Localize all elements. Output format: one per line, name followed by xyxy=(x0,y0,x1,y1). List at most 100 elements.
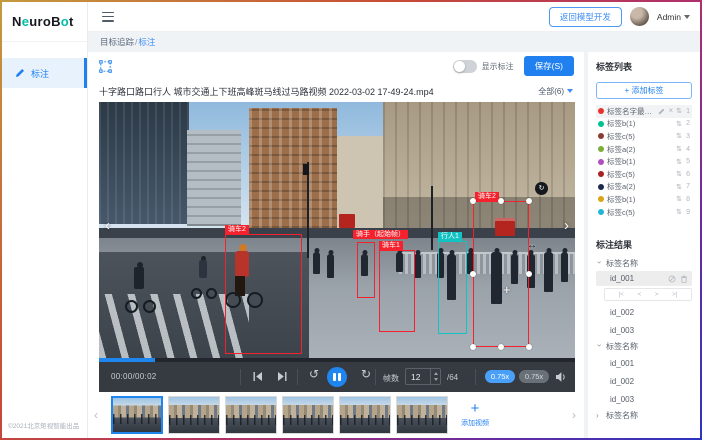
thumbnail-image xyxy=(226,397,276,433)
group-label: 标签名称 xyxy=(606,341,638,352)
add-tag-button[interactable]: + 添加标签 xyxy=(596,82,692,99)
bounding-box[interactable] xyxy=(438,241,467,334)
app-window: NeuroBot 标注 ©2021北京矩视智能出品 返回模型开发 Admin 目… xyxy=(2,2,700,438)
tag-list-item[interactable]: 标签b(1)⇅2 xyxy=(596,118,692,131)
pager-prev-icon[interactable]: < xyxy=(637,291,641,298)
rect-select-tool-icon[interactable] xyxy=(98,59,113,74)
breadcrumb-parent[interactable]: 目标追踪 xyxy=(100,36,134,48)
sidebar-item-annotate[interactable]: 标注 xyxy=(2,58,87,88)
tag-list-item[interactable]: 标签a(2)⇅7 xyxy=(596,181,692,194)
video-thumbnail[interactable] xyxy=(396,396,448,434)
prev-frame-icon[interactable] xyxy=(253,372,263,381)
menu-collapse-icon[interactable] xyxy=(102,12,114,22)
filter-dropdown[interactable]: 全部(6) xyxy=(538,86,573,97)
bounding-box[interactable] xyxy=(225,234,302,354)
video-thumbnail[interactable] xyxy=(339,396,391,434)
video-thumbnail[interactable] xyxy=(168,396,220,434)
breadcrumb: 目标追踪 / 标注 xyxy=(88,32,700,52)
resize-handle[interactable] xyxy=(470,198,476,204)
bounding-box[interactable] xyxy=(379,250,415,332)
copyright-text: ©2021北京矩视智能出品 xyxy=(8,420,79,430)
pager-first-icon[interactable]: |< xyxy=(618,291,623,298)
video-thumbnail-selected[interactable] xyxy=(111,396,163,434)
speed-button-active[interactable]: 0.75x xyxy=(485,370,515,383)
edit-tag-icon[interactable] xyxy=(658,108,665,115)
sort-icon[interactable]: ⇅ xyxy=(676,120,682,128)
resize-handle[interactable] xyxy=(498,198,504,204)
result-item-selected[interactable]: id_001 xyxy=(596,271,692,286)
logo-text: t xyxy=(69,14,74,29)
box-action-icon[interactable]: ↻ xyxy=(535,182,548,195)
sort-icon[interactable]: ⇅ xyxy=(676,195,682,203)
scene-person xyxy=(561,252,568,282)
video-canvas[interactable]: 骑车2 骑手（起始帧） 骑车1 行人1 骑车2 xyxy=(99,102,575,358)
trash-icon[interactable] xyxy=(680,275,688,283)
forward-10-icon[interactable]: ↻ xyxy=(361,368,371,380)
tag-color-dot xyxy=(598,196,604,202)
volume-icon[interactable] xyxy=(555,372,567,382)
resize-handle[interactable] xyxy=(526,198,532,204)
pager-last-icon[interactable]: >| xyxy=(672,291,677,298)
save-button[interactable]: 保存(S) xyxy=(524,56,574,76)
strip-right-chevron[interactable]: › xyxy=(572,409,576,421)
scene-person xyxy=(327,254,334,278)
logo-text: B xyxy=(51,14,61,29)
logo-text: N xyxy=(12,14,22,29)
sort-icon[interactable]: ⇅ xyxy=(676,183,682,191)
scene-bus xyxy=(339,214,355,228)
result-group-header[interactable]: ›标签名称 xyxy=(596,408,692,423)
delete-tag-icon[interactable]: × xyxy=(668,107,673,115)
result-item[interactable]: id_002 xyxy=(596,303,692,321)
pager-next-icon[interactable]: > xyxy=(655,291,659,298)
tag-list-item[interactable]: 标签c(5)⇅3 xyxy=(596,130,692,143)
tag-name: 标签a(2) xyxy=(607,181,673,192)
tag-color-dot xyxy=(598,209,604,215)
bounding-box-selected[interactable] xyxy=(473,201,529,347)
sort-icon[interactable]: ⇅ xyxy=(676,132,682,140)
result-group-header[interactable]: ›标签名称 xyxy=(596,256,692,271)
result-item[interactable]: id_003 xyxy=(596,321,692,339)
sort-icon[interactable]: ⇅ xyxy=(676,158,682,166)
video-thumbnail[interactable] xyxy=(282,396,334,434)
resize-handle[interactable] xyxy=(526,344,532,350)
step-up-icon[interactable] xyxy=(434,372,438,375)
tag-list-item[interactable]: 标签a(2)⇅4 xyxy=(596,143,692,156)
result-id: id_002 xyxy=(610,308,634,317)
sort-icon[interactable]: ⇅ xyxy=(676,208,682,216)
next-frame-icon[interactable] xyxy=(277,372,287,381)
step-down-icon[interactable] xyxy=(434,378,438,381)
resize-handle[interactable] xyxy=(526,271,532,277)
back-to-model-dev-button[interactable]: 返回模型开发 xyxy=(549,7,622,27)
tag-list-item[interactable]: 标签b(1)⇅5 xyxy=(596,155,692,168)
speed-button[interactable]: 0.75x xyxy=(519,370,549,383)
tag-list-item[interactable]: 标签c(5)⇅9 xyxy=(596,206,692,219)
sort-icon[interactable]: ⇅ xyxy=(676,107,682,115)
bounding-box[interactable] xyxy=(357,242,375,298)
tag-list-item[interactable]: 标签c(5)⇅6 xyxy=(596,168,692,181)
rewind-10-icon[interactable]: ↺ xyxy=(309,368,319,380)
result-item[interactable]: id_002 xyxy=(596,372,692,390)
avatar[interactable] xyxy=(630,7,649,26)
video-thumbnail[interactable] xyxy=(225,396,277,434)
show-annotation-toggle[interactable] xyxy=(453,60,477,73)
add-video-button[interactable]: + 添加视频 xyxy=(454,394,496,436)
tag-list-item[interactable]: 标签名字最长数... × ⇅ 1 xyxy=(596,105,692,118)
resize-handle[interactable] xyxy=(498,344,504,350)
bbox-label: 行人1 xyxy=(438,232,462,241)
user-menu[interactable]: Admin xyxy=(657,12,690,22)
result-item[interactable]: id_001 xyxy=(596,354,692,372)
next-video-chevron[interactable]: › xyxy=(564,218,569,233)
pause-button[interactable] xyxy=(327,367,347,387)
tag-list-item[interactable]: 标签b(1)⇅8 xyxy=(596,193,692,206)
sort-icon[interactable]: ⇅ xyxy=(676,170,682,178)
strip-left-chevron[interactable]: ‹ xyxy=(94,409,98,421)
resize-handle[interactable] xyxy=(470,344,476,350)
frame-number-input[interactable]: 12 xyxy=(405,368,441,385)
sort-icon[interactable]: ⇅ xyxy=(676,145,682,153)
frame-stepper[interactable] xyxy=(430,369,440,384)
resize-handle[interactable] xyxy=(470,271,476,277)
prev-video-chevron[interactable]: ‹ xyxy=(105,218,110,233)
result-item[interactable]: id_003 xyxy=(596,390,692,408)
hide-icon[interactable] xyxy=(668,275,676,283)
result-group-header[interactable]: ›标签名称 xyxy=(596,339,692,354)
